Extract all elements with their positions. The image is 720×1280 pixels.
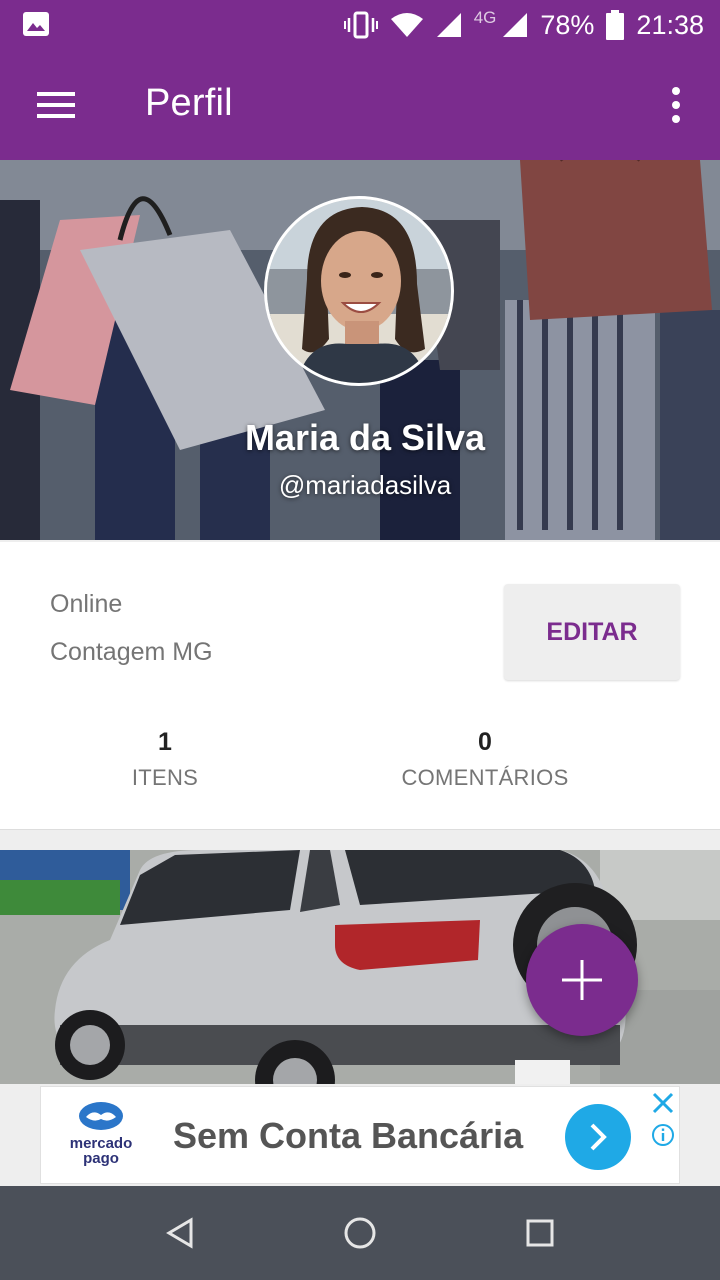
network-type: 4G — [473, 8, 497, 27]
edit-button[interactable]: EDITAR — [504, 584, 680, 680]
ad-container[interactable]: mercado pago Sem Conta Bancária — [40, 1086, 680, 1184]
hamburger-menu-icon — [37, 92, 75, 118]
back-icon — [166, 1217, 193, 1249]
vibrate-icon — [343, 11, 378, 39]
overflow-menu-button[interactable] — [656, 83, 696, 127]
app-bar: Perfil — [0, 50, 720, 160]
close-icon[interactable] — [651, 1091, 675, 1115]
menu-button[interactable] — [26, 83, 86, 127]
avatar-photo — [267, 199, 451, 383]
logo-text-line1: mercado — [69, 1135, 133, 1152]
stat-value: 0 — [478, 728, 492, 756]
page-title: Perfil — [145, 82, 233, 124]
battery-icon — [606, 10, 625, 40]
chevron-right-icon — [590, 1123, 607, 1151]
profile-handle: @mariadasilva — [278, 470, 452, 500]
clock: 21:38 — [636, 9, 704, 40]
add-item-button[interactable] — [526, 924, 638, 1036]
profile-name: Maria da Silva — [244, 417, 486, 458]
info-icon[interactable] — [651, 1123, 675, 1147]
stat-comments[interactable]: 0 COMENTÁRIOS — [365, 728, 605, 791]
profile-info-card: Online Contagem MG EDITAR 1 ITENS 0 COME… — [0, 542, 720, 830]
wifi-icon — [390, 12, 424, 38]
home-icon — [344, 1217, 376, 1249]
profile-header: Maria da Silva @mariadasilva — [0, 160, 720, 540]
signal-icon — [502, 12, 528, 38]
avatar[interactable] — [264, 196, 454, 386]
mercado-pago-logo: mercado pago — [65, 1101, 137, 1171]
ad-text: Sem Conta Bancária — [173, 1115, 524, 1156]
profile-location: Contagem MG — [50, 638, 213, 666]
stat-value: 1 — [158, 728, 172, 756]
stat-items[interactable]: 1 ITENS — [45, 728, 285, 791]
profile-screen: 4G 78% 21:38 Perfil Maria da Silva @mari… — [0, 0, 720, 1280]
ad-open-button[interactable] — [565, 1104, 631, 1170]
signal-icon — [436, 12, 462, 38]
system-nav-bar — [0, 1186, 720, 1280]
recents-icon — [526, 1219, 554, 1247]
logo-text-line2: pago — [83, 1150, 119, 1167]
back-button[interactable] — [155, 1208, 205, 1258]
ad-banner: mercado pago Sem Conta Bancária — [0, 1084, 720, 1186]
more-vert-icon — [672, 87, 680, 123]
plus-icon — [562, 960, 602, 1000]
status-bar: 4G 78% 21:38 — [0, 0, 720, 50]
recents-button[interactable] — [515, 1208, 565, 1258]
stat-label: ITENS — [131, 765, 199, 790]
stat-label: COMENTÁRIOS — [401, 765, 569, 790]
online-status: Online — [50, 590, 123, 618]
image-icon — [23, 12, 49, 36]
home-button[interactable] — [335, 1208, 385, 1258]
battery-percent: 78% — [540, 9, 595, 40]
handshake-icon — [79, 1102, 123, 1130]
